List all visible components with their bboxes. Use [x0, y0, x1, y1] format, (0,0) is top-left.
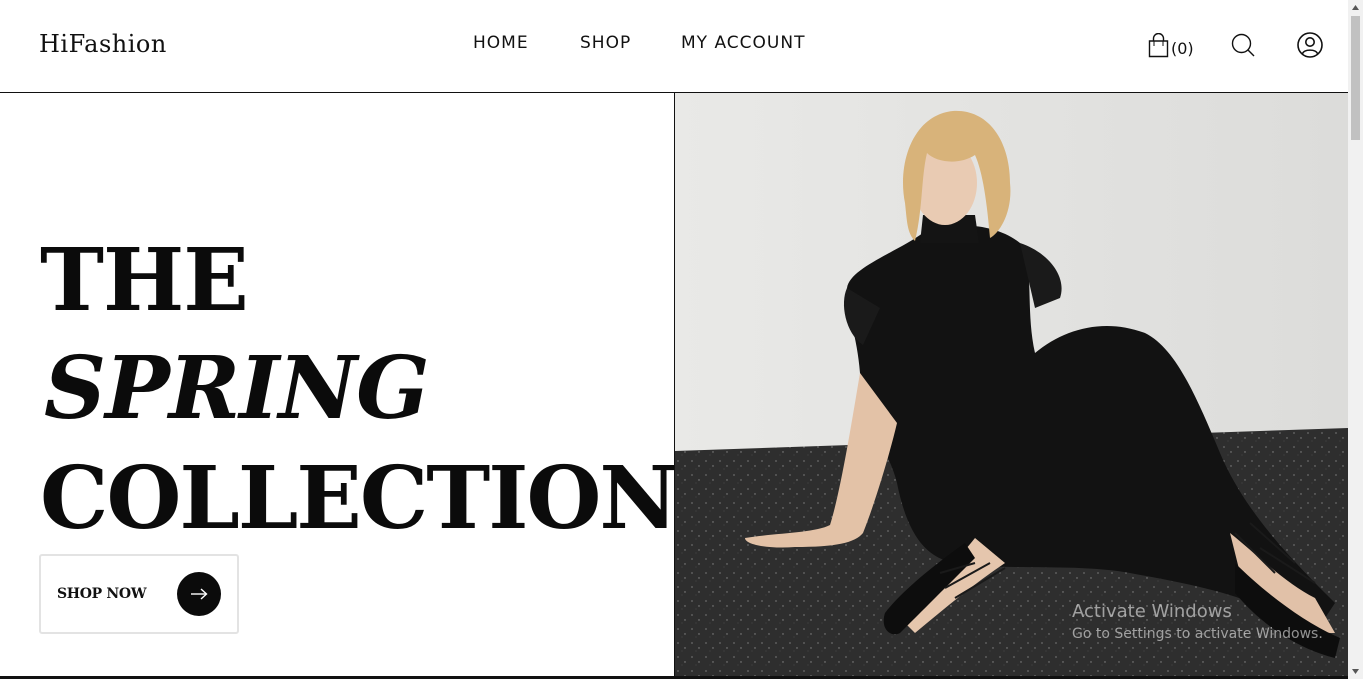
search-icon [1231, 33, 1255, 61]
site-logo[interactable]: HiFashion [39, 30, 167, 58]
account-button[interactable] [1297, 32, 1323, 58]
hero-image [675, 93, 1348, 676]
shop-now-button[interactable]: SHOP NOW [39, 554, 239, 634]
watermark-title: Activate Windows [1072, 601, 1232, 622]
site-header: HiFashion HOME SHOP MY ACCOUNT (0) [0, 0, 1348, 93]
shop-now-label: SHOP NOW [57, 586, 147, 602]
watermark-subtitle: Go to Settings to activate Windows. [1072, 626, 1323, 642]
nav-shop[interactable]: SHOP [580, 33, 631, 53]
user-account-icon [1297, 32, 1323, 62]
hero-line-the: THE [40, 230, 249, 331]
cart-icon [1148, 32, 1169, 63]
nav-home[interactable]: HOME [473, 33, 529, 53]
scroll-up-icon[interactable] [1348, 0, 1363, 15]
cart-count: (0) [1171, 38, 1194, 58]
page: HiFashion HOME SHOP MY ACCOUNT (0) THE S… [0, 0, 1363, 679]
scroll-thumb[interactable] [1351, 16, 1360, 140]
vertical-scrollbar[interactable] [1348, 0, 1363, 679]
search-button[interactable] [1231, 33, 1255, 57]
cart-button[interactable]: (0) [1148, 32, 1194, 63]
model-photo [675, 93, 1348, 676]
hero-line-spring: SPRING [44, 338, 430, 439]
scroll-down-icon[interactable] [1348, 664, 1363, 679]
arrow-right-icon [177, 572, 221, 616]
hero-text-panel: THE SPRING COLLECTION SHOP NOW [0, 93, 678, 679]
activate-windows-watermark: Activate Windows Go to Settings to activ… [1072, 601, 1323, 642]
hero-line-collection: COLLECTION [40, 448, 678, 549]
nav-my-account[interactable]: MY ACCOUNT [681, 33, 805, 53]
